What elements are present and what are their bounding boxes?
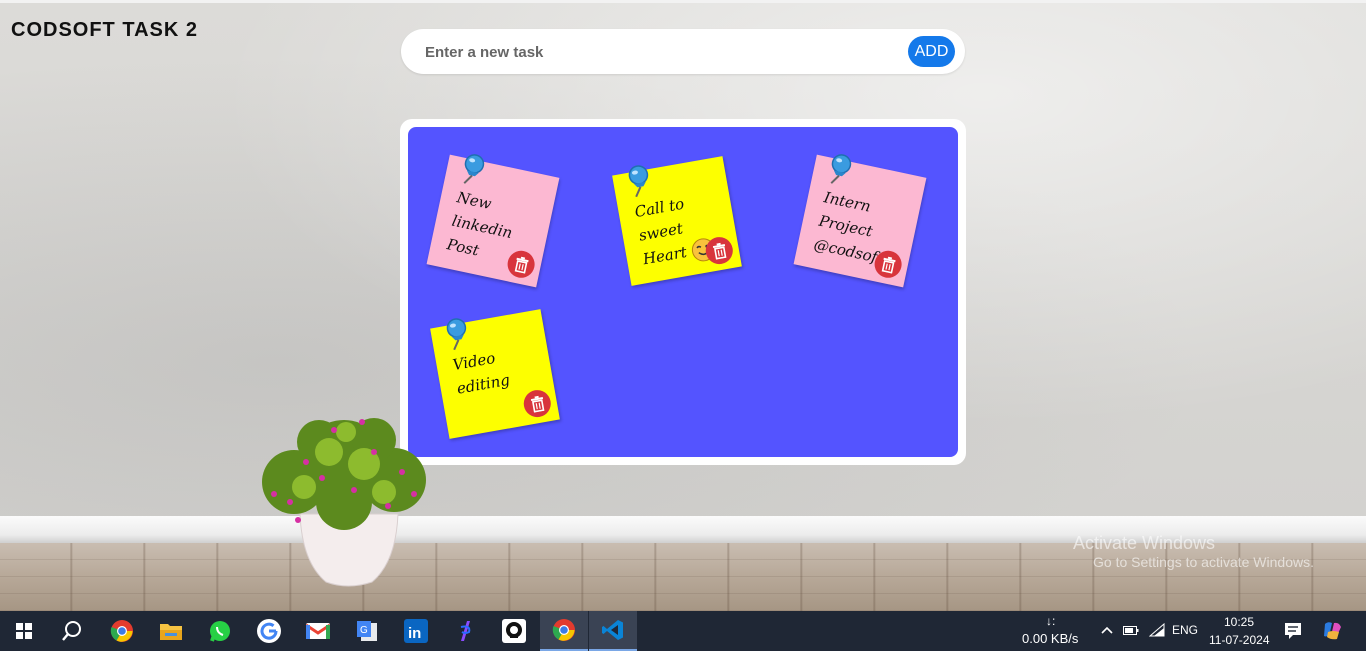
chevron-up-icon[interactable]	[1100, 624, 1114, 636]
watermark-title: Activate Windows	[1073, 533, 1216, 553]
start-button[interactable]	[0, 611, 48, 651]
svg-text:in: in	[408, 625, 421, 642]
sticky-note: New linkedin Post	[426, 154, 560, 288]
task-form: ADD	[401, 29, 965, 74]
copilot-icon[interactable]	[1322, 620, 1344, 642]
pushpin-icon	[463, 154, 485, 184]
watermark-subtitle: Go to Settings to activate Windows.	[1093, 554, 1314, 570]
sticky-note: Call to sweet Heart	[612, 156, 742, 286]
google-icon	[257, 619, 281, 643]
clock-date[interactable]: 11-07-2024	[1209, 633, 1270, 647]
translate-icon: G	[357, 621, 377, 641]
pushpin-icon	[830, 154, 852, 184]
taskbar-chrome-active[interactable]	[540, 611, 588, 651]
pushpin-icon	[628, 165, 649, 198]
folder-icon	[160, 624, 182, 640]
chrome-icon	[552, 619, 575, 641]
taskbar-google[interactable]	[245, 611, 293, 651]
taskbar-app[interactable]	[441, 611, 489, 651]
network-arrow: ↓:	[1046, 614, 1056, 628]
clock-time[interactable]: 10:25	[1224, 615, 1254, 629]
top-border	[0, 0, 1366, 3]
search-icon	[62, 621, 81, 641]
taskbar-vscode[interactable]	[589, 611, 637, 651]
windows-logo-icon	[16, 623, 32, 639]
activate-windows-watermark: Activate Windows Go to Settings to activ…	[1073, 533, 1314, 570]
potted-plant-image	[262, 418, 426, 587]
taskbar-gmail[interactable]	[294, 611, 342, 651]
taskbar-file-explorer[interactable]	[147, 611, 195, 651]
svg-text:G: G	[360, 625, 368, 636]
github-icon	[502, 619, 526, 643]
board-frame: New linkedin Post Call to sweet Heart In…	[400, 119, 966, 465]
pushpin-icon	[446, 318, 467, 351]
add-button[interactable]: ADD	[908, 36, 955, 67]
taskbar-github[interactable]	[490, 611, 538, 651]
gmail-icon	[306, 623, 330, 639]
delete-note-button[interactable]	[521, 387, 553, 420]
battery-icon[interactable]	[1123, 625, 1139, 636]
trash-icon	[881, 256, 896, 274]
chrome-icon	[110, 620, 133, 642]
page-title: CODSOFT TASK 2	[11, 19, 198, 41]
network-speed: 0.00 KB/s	[1022, 631, 1079, 646]
whatsapp-icon	[210, 621, 230, 642]
trash-icon	[514, 256, 529, 274]
language-indicator[interactable]: ENG	[1172, 623, 1198, 637]
app-logo-icon	[460, 621, 471, 641]
trash-icon	[530, 395, 544, 413]
vscode-icon	[602, 620, 623, 640]
taskbar-chrome[interactable]	[98, 611, 146, 651]
taskbar-whatsapp[interactable]	[196, 611, 244, 651]
taskbar-search-button[interactable]	[48, 611, 96, 651]
taskbar-google-translate[interactable]: G	[343, 611, 391, 651]
task-input[interactable]	[423, 40, 897, 64]
taskbar-linkedin[interactable]: in	[392, 611, 440, 651]
sticky-note: Intern Project @codsoft	[793, 154, 927, 288]
taskbar: G in ↓: 0.00 KB/s ENG 10:25 11-07-2024	[0, 611, 1366, 651]
notifications-icon[interactable]	[1284, 622, 1302, 640]
note-line: Heart	[641, 242, 689, 269]
linkedin-icon: in	[404, 619, 428, 643]
wifi-icon[interactable]	[1149, 623, 1165, 637]
sticky-board: New linkedin Post Call to sweet Heart In…	[408, 127, 958, 457]
trash-icon	[712, 242, 726, 260]
